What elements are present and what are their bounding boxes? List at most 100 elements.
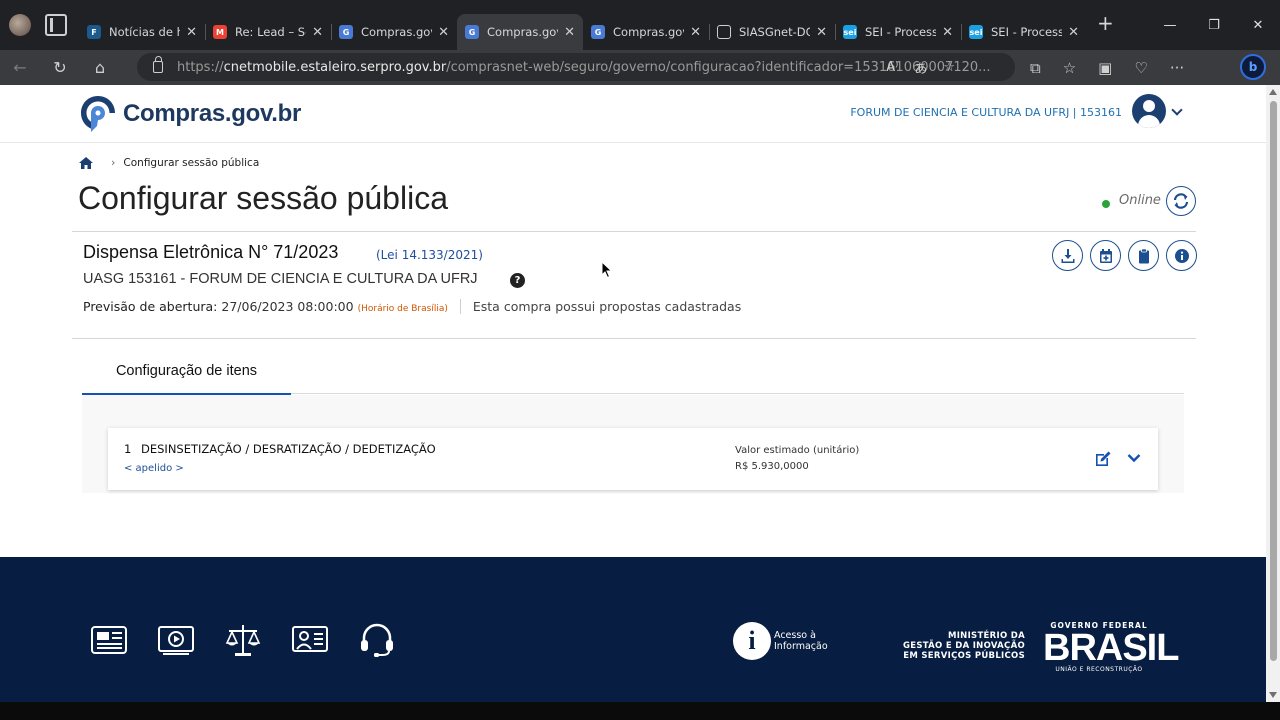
site-footer: i Acesso à Informação MINISTÉRIO DA GEST… <box>0 557 1266 702</box>
window-controls: — ❐ ✕ <box>1148 0 1280 50</box>
tab-favicon-icon: G <box>591 25 605 39</box>
item-number: 1 <box>124 442 132 456</box>
clipboard-icon <box>1138 248 1149 263</box>
browser-tab[interactable]: M Re: Lead – Sc ✕ <box>205 14 331 50</box>
scroll-down-icon[interactable] <box>1269 692 1277 698</box>
browser-tab[interactable]: G Compras.gov ✕ <box>583 14 709 50</box>
reload-icon[interactable]: ↻ <box>40 58 80 77</box>
user-avatar-icon[interactable] <box>1132 94 1166 128</box>
uasg-label: UASG 153161 - FORUM DE CIENCIA E CULTURA… <box>83 271 478 287</box>
browser-tab[interactable]: F Notícias de h ✕ <box>79 14 205 50</box>
info-icon <box>1174 248 1189 263</box>
home-browser-icon[interactable]: ⌂ <box>80 58 120 77</box>
favorites-icon[interactable]: ☆ <box>1063 59 1076 77</box>
clipboard-button[interactable] <box>1128 240 1159 271</box>
tab-close-icon[interactable]: ✕ <box>312 25 323 40</box>
more-menu-icon[interactable]: ··· <box>1170 59 1184 77</box>
help-icon[interactable]: ? <box>510 273 525 288</box>
tab-title: Compras.gov <box>487 25 559 39</box>
valor-estimado-value: R$ 5.930,0000 <box>735 461 809 472</box>
back-icon[interactable]: ← <box>0 58 40 77</box>
item-apelido-link[interactable]: < apelido > <box>124 463 184 474</box>
online-status-dot <box>1102 200 1110 208</box>
acesso-informacao-link[interactable]: i Acesso à Informação <box>733 622 834 660</box>
restore-icon[interactable]: ❐ <box>1192 18 1236 33</box>
tab-favicon-icon: sei <box>969 25 983 39</box>
bing-chat-icon[interactable]: b <box>1240 54 1266 80</box>
browser-tab-bar: F Notícias de h ✕ M Re: Lead – Sc ✕ G Compras.g… <box>0 0 1280 50</box>
screen: F Notícias de h ✕ M Re: Lead – Sc ✕ G Compras.g… <box>0 0 1280 720</box>
compra-title: Dispensa Eletrônica N° 71/2023 <box>83 242 339 262</box>
chevron-down-icon[interactable] <box>1127 452 1141 464</box>
collections-icon[interactable]: ▣ <box>1098 59 1112 77</box>
horario-brasilia: (Horário de Brasília) <box>357 304 448 314</box>
info-badge-icon: i <box>733 622 771 660</box>
chevron-down-icon[interactable] <box>1171 104 1183 116</box>
download-button[interactable] <box>1052 240 1083 271</box>
tab-close-icon[interactable]: ✕ <box>942 25 953 40</box>
org-name[interactable]: FORUM DE CIENCIA E CULTURA DA UFRJ | 153… <box>850 106 1122 119</box>
extensions-icon[interactable]: ⧉ <box>1030 59 1041 77</box>
tab-close-icon[interactable]: ✕ <box>564 25 575 40</box>
propostas-note: Esta compra possui propostas cadastradas <box>472 299 742 314</box>
tab-favicon-icon: M <box>213 25 227 39</box>
extension-bar: ⧉ ☆ ▣ ♡ ··· <box>1030 50 1184 85</box>
lei-link[interactable]: (Lei 14.133/2021) <box>376 248 483 262</box>
browser-tab[interactable]: G Compras.gov ✕ <box>331 14 457 50</box>
browser-profile-icon[interactable] <box>9 14 31 36</box>
breadcrumb-current: Configurar sessão pública <box>123 156 260 169</box>
taskbar-strip <box>0 702 1280 720</box>
page-title: Configurar sessão pública <box>78 180 448 216</box>
ministerio-line-2: GESTÃO E DA INOVAÇÃO <box>902 641 1025 651</box>
tab-favicon-icon <box>717 25 731 39</box>
tab-close-icon[interactable]: ✕ <box>438 25 449 40</box>
tab-close-icon[interactable]: ✕ <box>816 25 827 40</box>
page-scrollbar[interactable] <box>1266 85 1280 702</box>
browser-tab[interactable]: G Compras.gov ✕ <box>457 14 583 50</box>
video-icon[interactable] <box>157 623 195 657</box>
previsao-label: Previsão de abertura: <box>83 299 218 314</box>
brasil-label: BRASIL <box>1043 627 1179 669</box>
home-icon[interactable] <box>79 156 93 169</box>
compras-logo[interactable]: Compras.gov.br <box>78 93 301 135</box>
edit-icon[interactable] <box>1094 450 1112 468</box>
scrollbar-thumb[interactable] <box>1270 101 1277 661</box>
news-icon[interactable] <box>90 623 128 657</box>
person-board-icon[interactable] <box>291 623 329 657</box>
read-aloud-icon[interactable]: A⁾ <box>886 60 898 75</box>
tab-configuracao-itens[interactable]: Configuração de itens <box>82 355 291 396</box>
url-input[interactable]: https://cnetmobile.estaleiro.serpro.gov.… <box>137 53 1015 81</box>
browser-tab[interactable]: sei SEI - Process ✕ <box>961 14 1087 50</box>
new-tab-icon[interactable]: + <box>1097 11 1114 35</box>
refresh-button[interactable] <box>1166 186 1196 216</box>
uniao-label: UNIÃO E RECONSTRUÇÃO <box>1055 666 1143 673</box>
tab-title: Compras.gov <box>613 25 685 39</box>
browser-tab[interactable]: SIASGnet-DC ✕ <box>709 14 835 50</box>
page: Compras.gov.br FORUM DE CIENCIA E CULTUR… <box>0 85 1266 702</box>
tab-actions-icon[interactable] <box>45 14 67 36</box>
info-button[interactable] <box>1166 240 1197 271</box>
performance-icon[interactable]: ♡ <box>1134 59 1147 77</box>
minimize-icon[interactable]: — <box>1148 18 1192 33</box>
translate-icon[interactable]: あ <box>914 58 927 77</box>
tab-favicon-icon: G <box>339 25 353 39</box>
valor-estimado-label: Valor estimado (unitário) <box>735 445 860 456</box>
scroll-up-icon[interactable] <box>1269 89 1277 95</box>
refresh-icon <box>1173 193 1189 209</box>
tab-close-icon[interactable]: ✕ <box>690 25 701 40</box>
tab-favicon-icon: G <box>465 25 479 39</box>
ministerio-logo: MINISTÉRIO DA GESTÃO E DA INOVAÇÃO EM SE… <box>900 631 1025 661</box>
calendar-button[interactable] <box>1090 240 1121 271</box>
headset-icon[interactable] <box>358 623 396 657</box>
favorite-star-icon[interactable]: ☆ <box>943 60 955 75</box>
lock-icon[interactable] <box>153 56 163 73</box>
close-window-icon[interactable]: ✕ <box>1236 18 1280 33</box>
tab-close-icon[interactable]: ✕ <box>1068 25 1079 40</box>
tab-close-icon[interactable]: ✕ <box>186 25 197 40</box>
divider <box>72 231 1196 232</box>
scales-icon[interactable] <box>224 623 262 657</box>
compras-logo-icon <box>81 96 115 132</box>
browser-tab[interactable]: sei SEI - Process ✕ <box>835 14 961 50</box>
tab-title: Re: Lead – Sc <box>235 25 307 39</box>
tab-bar: Configuração de itens <box>82 355 1184 396</box>
